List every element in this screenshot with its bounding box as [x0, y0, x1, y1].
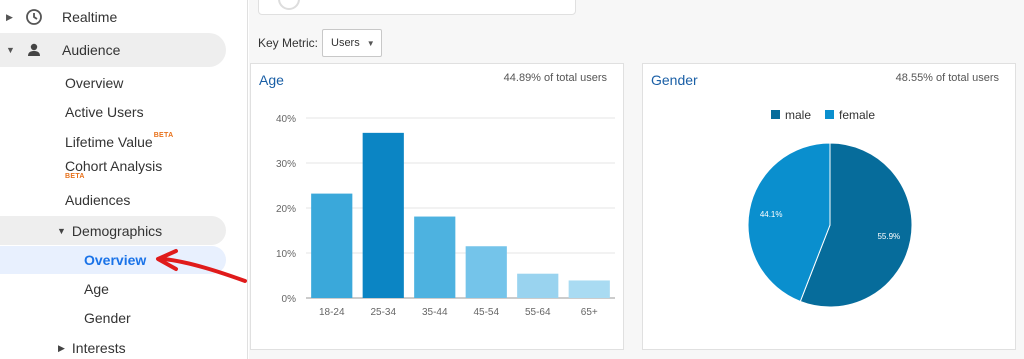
- legend-swatch-male: [771, 110, 780, 119]
- sidebar-item-audiences[interactable]: Audiences: [65, 192, 130, 208]
- gender-pie-chart: male female 55.9% 44.1%: [747, 108, 913, 308]
- nav-realtime-label: Realtime: [62, 9, 118, 25]
- beta-badge: BETA: [65, 173, 85, 180]
- pie-value-label: 55.9%: [877, 232, 900, 241]
- legend-swatch-female: [825, 110, 834, 119]
- x-tick-label: 25-34: [370, 307, 396, 318]
- nav-audience[interactable]: ▼ Audience: [0, 33, 226, 67]
- key-metric-label: Key Metric:: [258, 36, 319, 50]
- nav-realtime[interactable]: ▶ Realtime: [0, 0, 226, 34]
- chevron-down-icon: ▼: [366, 38, 375, 48]
- sidebar-item-demographics[interactable]: ▼ Demographics: [0, 216, 226, 245]
- sidebar-item-overview[interactable]: Overview: [65, 75, 123, 91]
- sidebar-item-label: Lifetime Value: [65, 134, 153, 150]
- sidebar-item-label: Demographics: [71, 222, 163, 239]
- bar-45-54: [465, 246, 507, 298]
- sidebar-item-age[interactable]: Age: [84, 281, 109, 297]
- y-tick-label: 40%: [276, 114, 296, 125]
- sidebar-item-gender[interactable]: Gender: [84, 310, 131, 326]
- sidebar-item-cohort-analysis[interactable]: Cohort Analysis BETA: [65, 158, 162, 180]
- sidebar-item-label: Age: [84, 281, 109, 297]
- sidebar-item-label: Active Users: [65, 104, 144, 120]
- nav-audience-label: Audience: [62, 42, 121, 58]
- y-tick-label: 30%: [276, 159, 296, 170]
- sidebar-item-label: Audiences: [65, 192, 131, 208]
- x-tick-label: 35-44: [422, 307, 448, 318]
- bar-55-64: [517, 273, 559, 298]
- key-metric-select[interactable]: Users ▼: [322, 29, 382, 57]
- person-icon: [24, 40, 44, 60]
- main-content: Key Metric: Users ▼ Age 44.89% of total …: [249, 0, 1024, 359]
- bar-65+: [568, 280, 610, 298]
- x-tick-label: 65+: [581, 307, 598, 318]
- bar-35-44: [414, 216, 456, 298]
- bar-25-34: [362, 132, 404, 298]
- summary-card: [258, 0, 576, 15]
- sidebar-item-label: Cohort Analysis: [65, 158, 163, 174]
- sidebar-item-interests[interactable]: ▶ Interests: [58, 340, 126, 356]
- legend-label-female: female: [839, 108, 875, 122]
- caret-right-icon: ▶: [58, 342, 65, 353]
- y-tick-label: 20%: [276, 204, 296, 215]
- clock-icon: [24, 7, 44, 27]
- legend-label-male: male: [785, 108, 811, 122]
- caret-down-icon: ▼: [6, 45, 15, 55]
- gender-panel: Gender 48.55% of total users male female 5…: [642, 63, 1016, 350]
- annotation-arrow-icon: [156, 249, 247, 283]
- age-panel: Age 44.89% of total users 0% 10% 20% 30% 40%…: [250, 63, 624, 350]
- sidebar-item-label: Overview: [65, 75, 124, 91]
- bar-18-24: [311, 193, 353, 298]
- y-tick-label: 10%: [276, 249, 296, 260]
- sidebar-item-label: Overview: [84, 252, 147, 268]
- caret-down-icon: ▼: [57, 225, 66, 236]
- x-tick-label: 45-54: [473, 307, 499, 318]
- y-tick-label: 0%: [282, 294, 297, 305]
- beta-badge: BETA: [153, 132, 174, 139]
- sidebar-item-lifetime-value[interactable]: Lifetime Value BETA: [65, 132, 174, 150]
- caret-right-icon: ▶: [6, 11, 13, 22]
- pie-value-label: 44.1%: [760, 210, 783, 219]
- x-tick-label: 55-64: [525, 307, 551, 318]
- loading-icon: [278, 0, 300, 10]
- sidebar-item-active-users[interactable]: Active Users: [65, 104, 144, 120]
- x-tick-label: 18-24: [319, 307, 345, 318]
- sidebar-item-label: Interests: [71, 340, 126, 356]
- key-metric-value: Users: [331, 37, 360, 49]
- age-bar-chart: 0% 10% 20% 30% 40% 18-24 25-34 35-44 45-54 55-64 6…: [276, 114, 615, 318]
- sidebar-item-label: Gender: [84, 310, 131, 326]
- sidebar: ▶ Realtime ▼ Audience Overview Active Us…: [0, 0, 248, 359]
